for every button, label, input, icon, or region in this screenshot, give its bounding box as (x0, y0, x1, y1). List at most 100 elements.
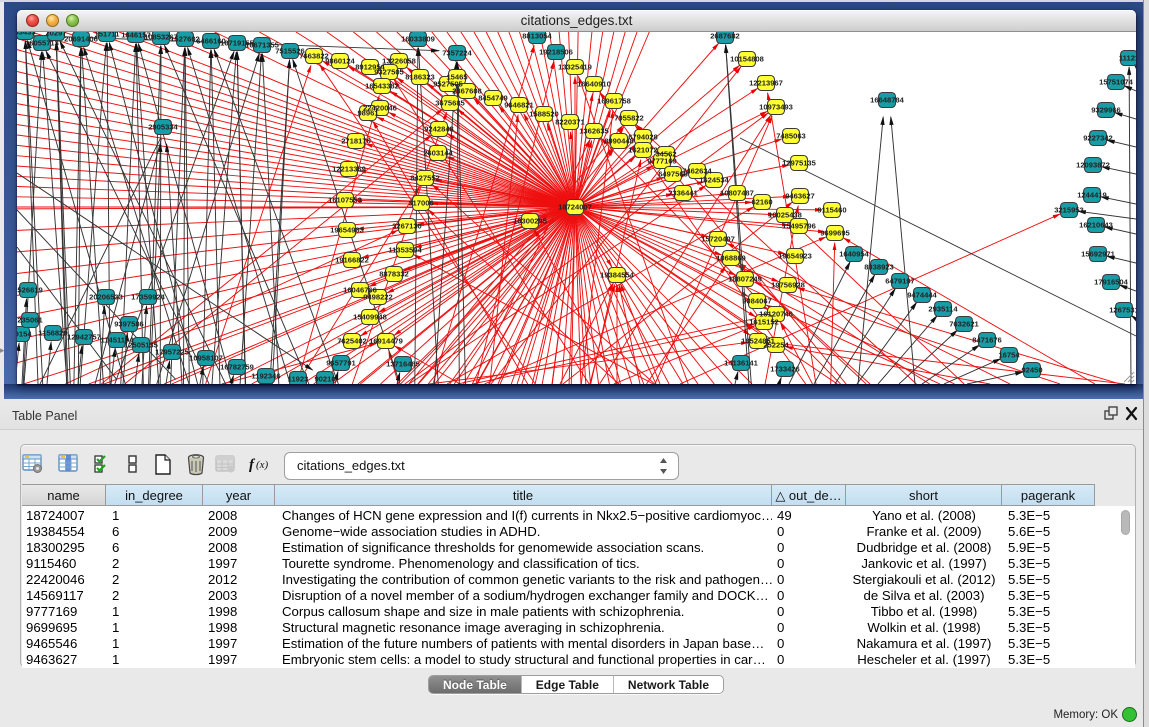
svg-text:9498222: 9498222 (363, 293, 393, 302)
svg-text:8878332: 8878332 (379, 270, 409, 279)
svg-text:2905334: 2905334 (148, 123, 178, 132)
svg-text:17916504: 17916504 (1094, 278, 1129, 287)
svg-text:92450: 92450 (1021, 366, 1042, 375)
svg-text:9115460: 9115460 (817, 206, 846, 215)
svg-text:9657791: 9657791 (326, 359, 356, 368)
svg-text:(x): (x) (256, 459, 269, 471)
svg-text:1068869: 1068869 (716, 254, 746, 263)
svg-text:15751074: 15751074 (1099, 78, 1134, 87)
svg-text:15720407: 15720407 (701, 235, 735, 244)
svg-text:9327505: 9327505 (374, 68, 404, 77)
svg-text:9699695: 9699695 (820, 229, 850, 238)
svg-text:18300295: 18300295 (513, 217, 548, 226)
svg-text:10154808: 10154808 (730, 55, 764, 64)
svg-text:12975135: 12975135 (782, 159, 817, 168)
svg-text:90210: 90210 (314, 375, 335, 384)
svg-text:8427552: 8427552 (410, 174, 440, 183)
svg-text:9463627: 9463627 (785, 192, 815, 201)
svg-text:13716485: 13716485 (386, 360, 421, 369)
svg-text:16961758: 16961758 (597, 97, 631, 106)
svg-text:8220371: 8220371 (555, 118, 585, 127)
svg-text:19384554: 19384554 (600, 271, 635, 280)
svg-text:1640954: 1640954 (839, 250, 869, 259)
svg-text:1156829: 1156829 (38, 329, 67, 338)
svg-text:9777169: 9777169 (647, 157, 677, 166)
svg-text:252254: 252254 (763, 341, 789, 350)
svg-text:16543382: 16543382 (365, 82, 399, 91)
svg-text:2336441: 2336441 (668, 189, 698, 198)
svg-text:7485063: 7485063 (776, 132, 806, 141)
svg-text:9860124: 9860124 (325, 57, 355, 66)
svg-text:19218506: 19218506 (539, 48, 573, 57)
svg-text:8186323: 8186323 (405, 73, 435, 82)
svg-text:9242848: 9242848 (424, 125, 454, 134)
svg-text:6794028: 6794028 (628, 133, 658, 142)
svg-text:99154: 99154 (17, 330, 32, 339)
svg-text:10025438: 10025438 (768, 211, 802, 220)
svg-text:2603144: 2603144 (423, 149, 453, 158)
svg-text:8813054: 8813054 (522, 32, 552, 41)
svg-text:9474444: 9474444 (907, 291, 937, 300)
svg-text:15409948: 15409948 (353, 313, 387, 322)
svg-text:16033809: 16033809 (401, 35, 435, 44)
svg-text:83433: 83433 (17, 32, 36, 37)
svg-text:2718176: 2718176 (341, 137, 371, 146)
svg-text:12093872: 12093872 (1076, 161, 1110, 170)
svg-text:20691406: 20691406 (64, 35, 98, 44)
svg-text:3267130: 3267130 (392, 222, 422, 231)
svg-text:17359924: 17359924 (131, 293, 166, 302)
svg-text:10973493: 10973493 (759, 103, 793, 112)
svg-text:11923: 11923 (288, 375, 309, 384)
svg-text:3215953: 3215953 (1054, 206, 1084, 215)
svg-text:18807249: 18807249 (728, 275, 762, 284)
svg-text:151711: 151711 (95, 32, 121, 39)
svg-text:10807487: 10807487 (720, 189, 754, 198)
svg-text:11121: 11121 (1119, 54, 1136, 63)
svg-text:10958107: 10958107 (189, 354, 223, 363)
svg-text:9084067: 9084067 (742, 297, 772, 306)
svg-text:15495796: 15495796 (782, 222, 816, 231)
svg-text:16210643: 16210643 (1079, 221, 1113, 230)
svg-text:12942757: 12942757 (67, 333, 101, 342)
svg-text:12213967: 12213967 (749, 79, 783, 88)
svg-text:7632621: 7632621 (949, 320, 979, 329)
svg-text:17957225: 17957225 (155, 348, 190, 357)
svg-text:7625402: 7625402 (337, 337, 367, 346)
svg-text:16640910: 16640910 (577, 80, 611, 89)
svg-text:9397586: 9397586 (114, 320, 144, 329)
svg-text:2687682: 2687682 (710, 32, 740, 41)
svg-text:1624534: 1624534 (699, 176, 729, 185)
svg-text:9646821: 9646821 (504, 101, 534, 110)
svg-text:1621072: 1621072 (628, 146, 658, 155)
svg-text:19654983: 19654983 (330, 226, 364, 235)
svg-text:1192346: 1192346 (251, 372, 280, 381)
svg-text:12213369: 12213369 (332, 165, 366, 174)
svg-text:1244419: 1244419 (1077, 191, 1107, 200)
svg-text:13325419: 13325419 (558, 63, 592, 72)
svg-text:7955822: 7955822 (614, 114, 644, 123)
svg-text:11353594: 11353594 (388, 246, 422, 255)
svg-text:16107553: 16107553 (328, 196, 362, 205)
svg-text:62160: 62160 (751, 198, 772, 207)
svg-text:235061: 235061 (17, 316, 43, 325)
svg-text:8938923: 8938923 (864, 263, 894, 272)
svg-text:98961: 98961 (357, 109, 379, 118)
svg-text:1733426: 1733426 (770, 365, 800, 374)
svg-text:20206533: 20206533 (89, 293, 123, 302)
svg-text:2935114: 2935114 (928, 305, 958, 314)
svg-text:16914479: 16914479 (369, 337, 403, 346)
svg-text:15692971: 15692971 (1081, 250, 1116, 259)
svg-text:9329966: 9329966 (1091, 106, 1121, 115)
svg-text:19654923: 19654923 (778, 252, 812, 261)
svg-text:16754: 16754 (998, 351, 1020, 360)
svg-text:7462634: 7462634 (682, 167, 712, 176)
svg-text:16782759: 16782759 (220, 363, 254, 372)
svg-text:19166822: 19166822 (335, 256, 369, 265)
svg-text:f: f (249, 457, 256, 473)
svg-text:13226058: 13226058 (382, 57, 416, 66)
svg-text:16648784: 16648784 (870, 96, 905, 105)
svg-text:1362635: 1362635 (579, 127, 609, 136)
svg-text:317006: 317006 (408, 199, 433, 208)
svg-text:3675685: 3675685 (435, 99, 465, 108)
svg-text:19756928: 19756928 (771, 281, 805, 290)
